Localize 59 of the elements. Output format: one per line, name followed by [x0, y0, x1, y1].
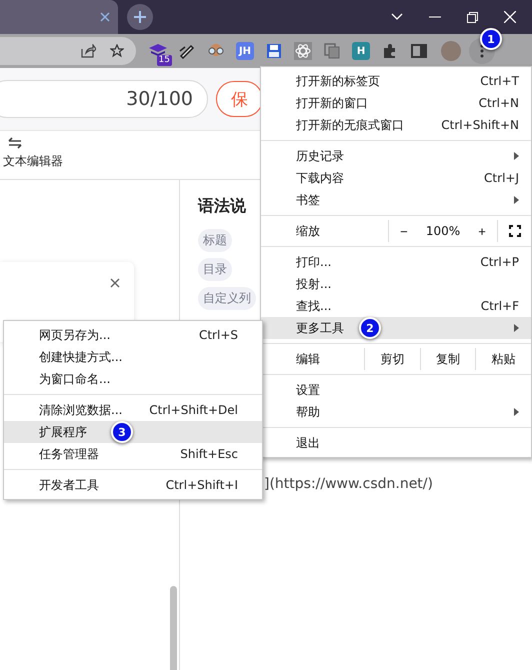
menu-item[interactable]: 为窗口命名...: [4, 368, 262, 390]
menu-item[interactable]: 打开新的标签页 Ctrl+T: [261, 70, 531, 92]
menu-item[interactable]: 退出: [261, 432, 531, 454]
extension-icon[interactable]: JH: [236, 42, 254, 60]
menu-item[interactable]: 帮助: [261, 401, 531, 423]
new-tab-icon[interactable]: [127, 4, 153, 30]
fullscreen-icon: [508, 225, 520, 237]
pen-icon: [179, 43, 195, 59]
menu-item[interactable]: 更多工具 2: [261, 317, 531, 339]
menu-item[interactable]: 查找... Ctrl+F: [261, 295, 531, 317]
edit-button[interactable]: 粘贴: [475, 348, 532, 370]
minimize-icon[interactable]: [429, 16, 441, 18]
menu-item[interactable]: 书签: [261, 189, 531, 211]
step-badge: 3: [111, 421, 133, 443]
syntax-tag[interactable]: 目录: [198, 258, 232, 281]
menu-item[interactable]: 清除浏览数据... Ctrl+Shift+Del: [4, 399, 262, 421]
star-icon[interactable]: [110, 44, 124, 58]
puzzle-icon: [382, 43, 398, 59]
menu-label: 编辑: [295, 350, 321, 368]
share-icon[interactable]: [81, 44, 96, 58]
syntax-tag[interactable]: 自定义列: [198, 287, 256, 310]
menu-item[interactable]: 打开新的无痕式窗口 Ctrl+Shift+N: [261, 114, 531, 136]
chevron-down-icon[interactable]: [391, 13, 403, 21]
menu-item[interactable]: 任务管理器 Shift+Esc: [4, 443, 262, 465]
side-panel-icon: [411, 43, 427, 59]
menu-item[interactable]: 打开新的窗口 Ctrl+N: [261, 92, 531, 114]
menu-item[interactable]: 创建快捷方式...: [4, 346, 262, 368]
edit-button[interactable]: 复制: [420, 348, 476, 370]
edit-button[interactable]: 剪切: [364, 348, 420, 370]
address-bar[interactable]: [0, 37, 136, 65]
syntax-tag[interactable]: 标题: [198, 229, 232, 252]
zoom-out-button[interactable]: −: [396, 224, 412, 238]
menu-item[interactable]: 扩展程序 3: [4, 421, 262, 443]
more-icon: [480, 44, 484, 58]
extension-icon[interactable]: H: [352, 42, 370, 60]
markdown-text: ](https://www.csdn.net/): [264, 476, 433, 492]
menu-label: 缩放: [261, 220, 389, 242]
step-badge: 2: [359, 317, 381, 339]
atom-icon: [294, 42, 312, 60]
zoom-in-button[interactable]: +: [474, 224, 490, 238]
menu-item[interactable]: 设置: [261, 379, 531, 401]
close-icon[interactable]: [110, 278, 120, 288]
menu-item[interactable]: 下载内容 Ctrl+J: [261, 167, 531, 189]
restore-icon[interactable]: [467, 12, 478, 22]
scrollbar-thumb[interactable]: [170, 586, 177, 670]
menu-item[interactable]: 网页另存为... Ctrl+S: [4, 324, 262, 346]
count-badge: 15: [156, 55, 172, 66]
menu-item[interactable]: 开发者工具 Ctrl+Shift+I: [4, 474, 262, 496]
menu-item[interactable]: 打印... Ctrl+P: [261, 251, 531, 273]
zoom-level: 100%: [426, 224, 460, 238]
title-field[interactable]: 30/100: [0, 80, 208, 118]
editor-mode-label: 文本编辑器: [3, 153, 63, 170]
menu-item[interactable]: 历史记录: [261, 145, 531, 167]
switch-icon[interactable]: [8, 137, 22, 149]
floppy-icon: [266, 43, 282, 59]
menu-item[interactable]: 投射...: [261, 273, 531, 295]
panel-title: 语法说: [198, 196, 246, 217]
copy-icon: [324, 43, 340, 59]
glasses-icon: [207, 44, 225, 58]
